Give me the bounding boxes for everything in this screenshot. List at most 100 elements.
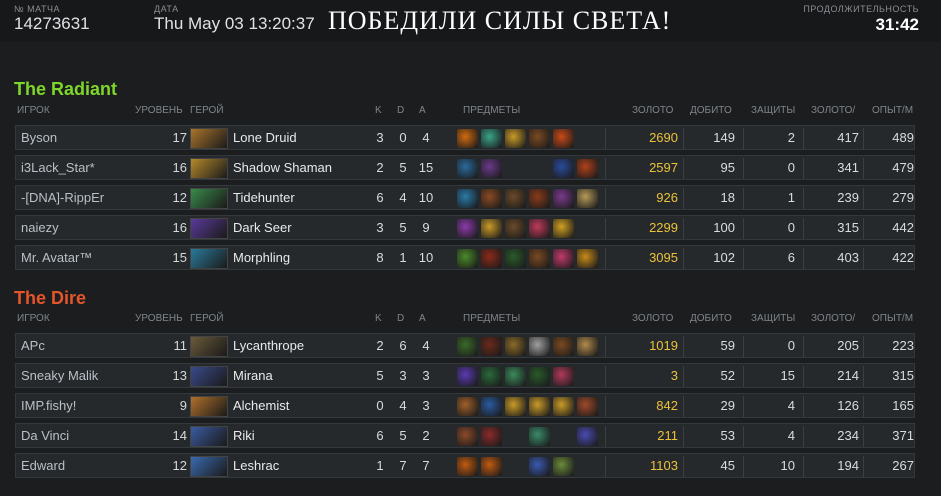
kills: 6 bbox=[376, 428, 384, 443]
item-icon bbox=[481, 159, 502, 178]
denies: 4 bbox=[787, 398, 795, 413]
player-name: i3Lack_Star* bbox=[21, 160, 95, 175]
denies: 15 bbox=[780, 368, 795, 383]
duration-label: ПРОДОЛЖИТЕЛЬНОСТЬ bbox=[803, 4, 919, 14]
item-icon bbox=[529, 159, 550, 178]
player-row[interactable]: Sneaky Malik 13 Mirana 5 3 3 3 52 15 214 315 bbox=[15, 363, 915, 388]
radiant-col-hero: ГЕРОЙ bbox=[190, 105, 224, 116]
assists: 7 bbox=[422, 458, 430, 473]
item-icon bbox=[577, 397, 598, 416]
gold: 2597 bbox=[649, 160, 678, 175]
item-icon bbox=[481, 129, 502, 148]
denies: 1 bbox=[787, 190, 795, 205]
column-divider bbox=[605, 336, 606, 357]
player-name: Mr. Avatar™ bbox=[21, 250, 93, 265]
item-icon bbox=[505, 367, 526, 386]
denies: 0 bbox=[787, 160, 795, 175]
item-icon bbox=[577, 159, 598, 178]
column-divider bbox=[683, 366, 684, 387]
player-row[interactable]: naiezy 16 Dark Seer 3 5 9 2299 100 0 315 442 bbox=[15, 215, 915, 240]
item-icon bbox=[505, 219, 526, 238]
player-row[interactable]: Da Vinci 14 Riki 6 5 2 211 53 4 234 371 bbox=[15, 423, 915, 448]
player-name: Edward bbox=[21, 458, 66, 473]
player-row[interactable]: Mr. Avatar™ 15 Morphling 8 1 10 3095 102 6 403 422 bbox=[15, 245, 915, 270]
item-icon bbox=[505, 129, 526, 148]
dire-col-xpm: ОПЫТ/М bbox=[872, 313, 914, 324]
hero-portrait bbox=[190, 248, 228, 269]
column-divider bbox=[683, 218, 684, 239]
item-icon bbox=[553, 249, 574, 268]
denies: 0 bbox=[787, 220, 795, 235]
deaths: 1 bbox=[399, 250, 407, 265]
gold-per-min: 403 bbox=[837, 250, 859, 265]
assists: 10 bbox=[418, 250, 434, 265]
item-icon bbox=[553, 189, 574, 208]
item-icon bbox=[505, 427, 526, 446]
xp-per-min: 479 bbox=[892, 160, 914, 175]
player-row[interactable]: Byson 17 Lone Druid 3 0 4 2690 149 2 417 489 bbox=[15, 125, 915, 150]
assists: 4 bbox=[422, 338, 430, 353]
hero-portrait bbox=[190, 396, 228, 417]
player-row[interactable]: APc 11 Lycanthrope 2 6 4 1019 59 0 205 223 bbox=[15, 333, 915, 358]
kills: 2 bbox=[376, 338, 384, 353]
player-row[interactable]: -[DNA]-RippEr 12 Tidehunter 6 4 10 926 18 1 239 27… bbox=[15, 185, 915, 210]
item-icon bbox=[577, 427, 598, 446]
item-icon bbox=[577, 457, 598, 476]
player-name: IMP.fishy! bbox=[21, 398, 77, 413]
column-divider bbox=[743, 336, 744, 357]
gold: 926 bbox=[656, 190, 678, 205]
item-icon bbox=[505, 189, 526, 208]
column-divider bbox=[803, 366, 804, 387]
item-icon bbox=[457, 249, 478, 268]
column-divider bbox=[605, 158, 606, 179]
xp-per-min: 371 bbox=[892, 428, 914, 443]
xp-per-min: 165 bbox=[892, 398, 914, 413]
hero-level: 12 bbox=[172, 190, 187, 205]
column-divider bbox=[803, 396, 804, 417]
radiant-col-a: A bbox=[419, 105, 426, 116]
match-header: № МАТЧА 14273631 ДАТА Thu May 03 13:20:3… bbox=[0, 0, 941, 42]
gold-per-min: 239 bbox=[837, 190, 859, 205]
duration-value: 31:42 bbox=[875, 15, 919, 34]
hero-level: 9 bbox=[179, 398, 187, 413]
item-icon bbox=[457, 397, 478, 416]
deaths: 7 bbox=[399, 458, 407, 473]
hero-name: Lone Druid bbox=[233, 130, 297, 145]
item-icon bbox=[577, 219, 598, 238]
item-icon bbox=[481, 367, 502, 386]
gold: 3 bbox=[670, 368, 678, 383]
gold-per-min: 205 bbox=[837, 338, 859, 353]
item-icon bbox=[481, 219, 502, 238]
item-icon bbox=[529, 249, 550, 268]
column-divider bbox=[683, 188, 684, 209]
item-icon bbox=[553, 337, 574, 356]
column-divider bbox=[863, 248, 864, 269]
item-icon bbox=[529, 427, 550, 446]
hero-name: Tidehunter bbox=[233, 190, 295, 205]
dire-col-d: D bbox=[397, 313, 405, 324]
item-icon bbox=[529, 397, 550, 416]
denies: 2 bbox=[787, 130, 795, 145]
column-divider bbox=[863, 426, 864, 447]
deaths: 3 bbox=[399, 368, 407, 383]
player-name: -[DNA]-RippEr bbox=[21, 190, 105, 205]
column-divider bbox=[863, 396, 864, 417]
item-icon bbox=[457, 129, 478, 148]
item-icon bbox=[553, 159, 574, 178]
column-divider bbox=[743, 396, 744, 417]
hero-portrait bbox=[190, 426, 228, 447]
dire-col-hero: ГЕРОЙ bbox=[190, 313, 224, 324]
hero-name: Alchemist bbox=[233, 398, 290, 413]
column-divider bbox=[803, 158, 804, 179]
player-row[interactable]: i3Lack_Star* 16 Shadow Shaman 2 5 15 2597 95 0 34… bbox=[15, 155, 915, 180]
item-icon bbox=[577, 249, 598, 268]
item-icon bbox=[577, 337, 598, 356]
gold-per-min: 234 bbox=[837, 428, 859, 443]
item-icon bbox=[457, 367, 478, 386]
player-row[interactable]: Edward 12 Leshrac 1 7 7 1103 45 10 194 267 bbox=[15, 453, 915, 478]
hero-portrait bbox=[190, 128, 228, 149]
item-icon bbox=[577, 129, 598, 148]
kills: 1 bbox=[376, 458, 384, 473]
player-row[interactable]: IMP.fishy! 9 Alchemist 0 4 3 842 29 4 126 165 bbox=[15, 393, 915, 418]
last-hits: 29 bbox=[720, 398, 735, 413]
